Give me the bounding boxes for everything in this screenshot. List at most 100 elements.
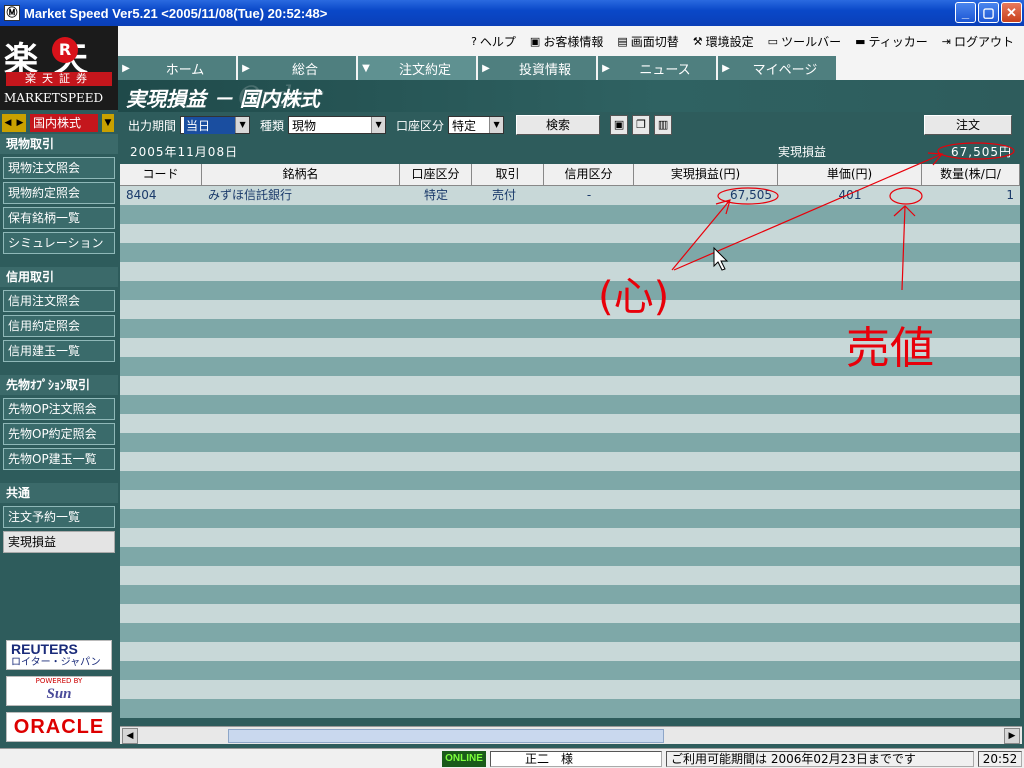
sidebar-item[interactable]: 先物OP建玉一覧 [3, 448, 115, 470]
maximize-button[interactable]: ▢ [978, 2, 999, 23]
window-title-bar[interactable]: Ⓜ Market Speed Ver5.21 <2005/11/08(Tue) … [0, 0, 1024, 26]
sidebar-item[interactable]: 実現損益 [3, 531, 115, 553]
table-row[interactable] [120, 509, 1020, 528]
table-row[interactable] [120, 376, 1020, 395]
sidebar-item[interactable]: 先物OP約定照会 [3, 423, 115, 445]
results-table: コード 銘柄名 口座区分 取引 信用区分 実現損益(円) 単価(円) 数量(株/口/ 8404… [120, 164, 1020, 726]
scroll-thumb[interactable] [228, 729, 664, 743]
next-market-icon[interactable]: ▶ [14, 114, 26, 132]
sidebar-item[interactable]: 保有銘柄一覧 [3, 207, 115, 229]
chart-icon[interactable]: ▥ [654, 115, 673, 135]
type-label: 種類 [260, 118, 285, 133]
top-link-label: ツールバー [781, 34, 842, 49]
tab-label: 投資情報 [518, 62, 571, 78]
table-row[interactable] [120, 281, 1020, 300]
oracle-logo[interactable]: ORACLE [6, 712, 112, 742]
market-value[interactable]: 国内株式 [30, 114, 98, 132]
tab[interactable]: ▶ マイページ [718, 56, 838, 80]
tab[interactable]: ▶ ニュース [598, 56, 718, 80]
table-row[interactable] [120, 205, 1020, 224]
top-link[interactable]: ⚒ 環境設定 [693, 33, 754, 50]
account-select[interactable]: 特定 ▼ [448, 116, 505, 134]
close-button[interactable]: ✕ [1001, 2, 1022, 23]
table-row[interactable] [120, 585, 1020, 604]
column-header[interactable]: 信用区分 [544, 164, 634, 185]
column-header[interactable]: 単価(円) [778, 164, 922, 185]
scroll-left-icon[interactable]: ◀ [122, 728, 138, 744]
settings-icon: ⚒ [692, 34, 703, 48]
sidebar-item[interactable]: 信用注文照会 [3, 290, 115, 312]
reuters-logo[interactable]: REUTERS ロイター・ジャパン [6, 640, 112, 670]
sidebar-item[interactable]: 注文予約一覧 [3, 506, 115, 528]
top-links: ? ヘルプ ▣ お客様情報 ▤ 画面切替 ⚒ 環境設定 ▭ ツールバー ▬ ティッカー ⇥ ログアウト [118, 26, 1024, 56]
table-row[interactable] [120, 604, 1020, 623]
table-row[interactable] [120, 395, 1020, 414]
market-selector: ◀ ▶ 国内株式 ▼ [0, 112, 118, 134]
table-cell-pnl: 67,505 [730, 188, 772, 202]
top-link[interactable]: ▬ ティッカー [855, 33, 928, 50]
table-row[interactable] [120, 433, 1020, 452]
sidebar-item[interactable]: 信用建玉一覧 [3, 340, 115, 362]
top-link[interactable]: ▣ お客様情報 [530, 33, 603, 50]
column-header[interactable]: 取引 [472, 164, 544, 185]
table-row[interactable] [120, 414, 1020, 433]
tab[interactable]: ▶ 総合 [238, 56, 358, 80]
tab[interactable]: ▼ 注文約定 [358, 56, 478, 80]
type-select[interactable]: 現物 ▼ [288, 116, 387, 134]
reuters-sub-text: ロイター・ジャパン [11, 657, 101, 668]
table-row[interactable]: 8404 みずほ信託銀行 特定 売付 - 67,505 401 1 [120, 186, 1020, 205]
table-row[interactable] [120, 547, 1020, 566]
column-header[interactable]: 銘柄名 [202, 164, 400, 185]
triangle-right-icon: ▶ [242, 62, 250, 74]
tab[interactable]: ▶ 投資情報 [478, 56, 598, 80]
usage-period: ご利用可能期間は 2006年02月23日までです [666, 751, 974, 767]
sidebar-nav: 現物取引 現物注文照会 現物約定照会 保有銘柄一覧 シミュレーション 信用取引 信用注文照会… [0, 134, 118, 553]
reuters-text: REUTERS [11, 641, 78, 657]
scroll-right-icon[interactable]: ▶ [1004, 728, 1020, 744]
table-row[interactable] [120, 566, 1020, 585]
table-row[interactable] [120, 699, 1020, 718]
table-row[interactable] [120, 528, 1020, 547]
top-link-label: お客様情報 [543, 34, 604, 49]
order-button[interactable]: 注文 [924, 115, 1012, 135]
tab[interactable]: ▶ ホーム [118, 56, 238, 80]
sidebar-item[interactable]: シミュレーション [3, 232, 115, 254]
top-link[interactable]: ▤ 画面切替 [617, 33, 678, 50]
table-row[interactable] [120, 471, 1020, 490]
market-dropdown-icon[interactable]: ▼ [102, 114, 114, 132]
horizontal-scrollbar[interactable]: ◀ ▶ [120, 726, 1022, 744]
column-header[interactable]: 口座区分 [400, 164, 472, 185]
sun-text: Sun [46, 686, 72, 702]
annotation-note-right: 売値 [846, 323, 934, 374]
sun-logo[interactable]: POWERED BY Sun [6, 676, 112, 706]
table-row[interactable] [120, 452, 1020, 471]
prev-market-icon[interactable]: ◀ [2, 114, 14, 132]
copy-icon[interactable]: ❐ [632, 115, 651, 135]
top-link[interactable]: ⇥ ログアウト [942, 33, 1014, 50]
top-link[interactable]: ? ヘルプ [471, 33, 516, 50]
table-row[interactable] [120, 661, 1020, 680]
table-row[interactable] [120, 623, 1020, 642]
sidebar-item[interactable]: 現物注文照会 [3, 157, 115, 179]
logout-icon: ⇥ [941, 34, 951, 48]
oracle-text: ORACLE [13, 716, 105, 738]
top-link[interactable]: ▭ ツールバー [768, 33, 841, 50]
table-row[interactable] [120, 642, 1020, 661]
table-row[interactable] [120, 224, 1020, 243]
sidebar-item[interactable]: 先物OP注文照会 [3, 398, 115, 420]
column-header[interactable]: コード [120, 164, 202, 185]
minimize-button[interactable]: _ [955, 2, 976, 23]
sidebar-item[interactable]: 現物約定照会 [3, 182, 115, 204]
column-header[interactable]: 数量(株/口/ [922, 164, 1020, 185]
search-button[interactable]: 検索 [516, 115, 601, 135]
sidebar-item[interactable]: 信用約定照会 [3, 315, 115, 337]
table-row[interactable] [120, 490, 1020, 509]
save-icon[interactable]: ▣ [610, 115, 629, 135]
column-header[interactable]: 実現損益(円) [634, 164, 778, 185]
table-row[interactable] [120, 680, 1020, 699]
period-select[interactable]: 当日 ▼ [180, 116, 251, 134]
chevron-down-icon: ▼ [235, 117, 250, 133]
type-value: 現物 [292, 118, 317, 133]
table-row[interactable] [120, 262, 1020, 281]
table-row[interactable] [120, 243, 1020, 262]
